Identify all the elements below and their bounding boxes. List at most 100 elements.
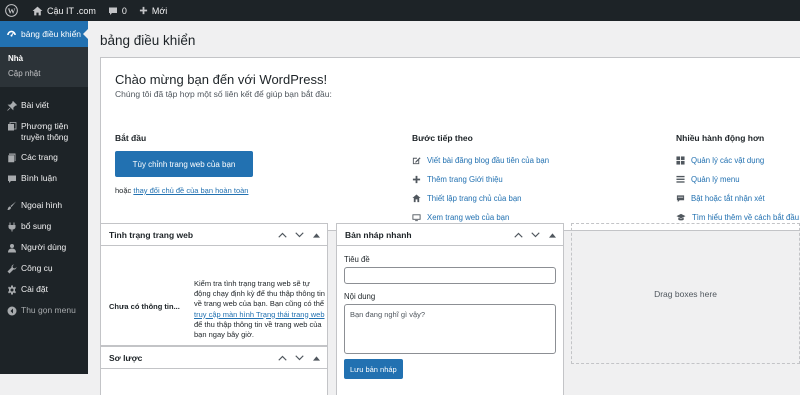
sidebar-item-label: Các trang	[21, 152, 58, 163]
sidebar-item-comments[interactable]: Bình luận	[0, 168, 88, 189]
list-item: Viết bài đăng blog đầu tiên của bạn	[412, 151, 652, 170]
health-desc-text: Kiểm tra tình trạng trang web sẽ tự động…	[194, 279, 325, 309]
sidebar-item-label: Phương tiện truyền thông	[21, 121, 69, 142]
save-draft-button[interactable]: Lưu bản nháp	[344, 359, 403, 379]
draft-title-input[interactable]	[344, 267, 556, 284]
sidebar-item-label: bảng điều khiển	[21, 29, 82, 39]
sidebar-item-label: Bình luận	[21, 173, 57, 184]
add-about-page-link[interactable]: Thêm trang Giới thiệu	[427, 175, 503, 184]
quick-draft-box: Bản nháp nhanh Tiêu đề Nội dung Bạn đang…	[336, 223, 564, 395]
box-title: Tình trạng trang web	[109, 229, 194, 240]
customize-site-button[interactable]: Tùy chỉnh trang web của bạn	[115, 151, 253, 177]
sidebar-item-label: Ngoại hình	[21, 200, 63, 211]
draft-content-textarea[interactable]: Bạn đang nghĩ gì vậy?	[344, 304, 556, 354]
home-icon	[32, 6, 43, 15]
manage-menus-link[interactable]: Quản lý menu	[691, 175, 740, 184]
page-icon	[6, 152, 17, 163]
plugin-icon	[6, 221, 17, 232]
comments-count: 0	[121, 5, 127, 16]
welcome-panel: Chào mừng bạn đến với WordPress! Chúng t…	[100, 57, 800, 231]
box-controls	[511, 224, 559, 246]
collapse-menu-label: Thu gọn menu	[21, 305, 76, 316]
toggle-panel-icon[interactable]	[545, 228, 559, 242]
box-header: Bản nháp nhanh	[337, 224, 563, 246]
toggle-panel-icon[interactable]	[309, 228, 323, 242]
collapse-menu-button[interactable]: Thu gọn menu	[0, 300, 88, 321]
sidebar-item-pages[interactable]: Các trang	[0, 147, 88, 168]
home-icon	[412, 194, 421, 203]
health-status-text: Chưa có thông tin...	[109, 302, 180, 311]
box-header: Tình trạng trang web	[101, 224, 327, 246]
list-item: Quản lý menu	[676, 170, 800, 189]
move-down-icon[interactable]	[292, 228, 306, 242]
user-icon	[6, 242, 17, 253]
sidebar-item-users[interactable]: Người dùng	[0, 237, 88, 258]
sidebar-item-label: Cài đặt	[21, 284, 48, 295]
site-name: Cậu IT .com	[47, 5, 96, 16]
welcome-column-get-started: Bắt đầu Tùy chỉnh trang web của bạn hoặc…	[115, 133, 375, 195]
at-a-glance-box: Sơ lược	[100, 346, 328, 395]
wrench-icon	[6, 263, 17, 274]
menu-icon	[676, 175, 685, 183]
plus-icon	[412, 175, 421, 184]
sidebar-item-label: Bài viết	[21, 100, 49, 110]
wordpress-logo-icon[interactable]: W	[0, 0, 26, 21]
write-first-post-link[interactable]: Viết bài đăng blog đầu tiên của bạn	[427, 156, 549, 165]
move-down-icon[interactable]	[292, 351, 306, 365]
welcome-column-more-actions: Nhiều hành động hơn Quản lý các vật dụng…	[676, 133, 800, 227]
toggle-panel-icon[interactable]	[309, 351, 323, 365]
column-heading: Bắt đầu	[115, 133, 147, 143]
sidebar-item-tools[interactable]: Công cụ	[0, 258, 88, 279]
move-up-icon[interactable]	[275, 228, 289, 242]
sidebar-item-plugins[interactable]: bổ sung	[0, 216, 88, 237]
submenu-updates[interactable]: Cập nhật	[0, 66, 88, 81]
column-heading: Nhiều hành động hơn	[676, 133, 765, 143]
admin-bar-comments[interactable]: 0	[102, 0, 133, 21]
widgets-icon	[676, 156, 685, 165]
site-health-body: Chưa có thông tin... Kiểm tra tình trạng…	[101, 246, 327, 346]
sidebar-item-media[interactable]: Phương tiện truyền thông	[0, 116, 88, 147]
health-desc-text-after: để thu thập thông tin về trang web của b…	[194, 319, 322, 339]
submenu-home[interactable]: Nhà	[0, 51, 88, 66]
move-up-icon[interactable]	[275, 351, 289, 365]
edit-icon	[412, 157, 421, 165]
sidebar-item-posts[interactable]: Bài viết	[0, 95, 88, 116]
box-header: Sơ lược	[101, 347, 327, 369]
site-health-link[interactable]: truy cập màn hình Trạng thái trang web	[194, 310, 325, 319]
admin-sidebar: bảng điều khiển Nhà Cập nhật Bài viết Ph…	[0, 21, 88, 374]
brush-icon	[6, 200, 17, 211]
or-text: hoặc	[115, 186, 134, 195]
sidebar-item-settings[interactable]: Cài đặt	[0, 279, 88, 300]
title-label: Tiêu đề	[344, 255, 370, 264]
manage-widgets-link[interactable]: Quản lý các vật dụng	[691, 156, 764, 165]
box-controls	[275, 347, 323, 369]
admin-bar-new[interactable]: Mới	[133, 0, 173, 21]
move-up-icon[interactable]	[511, 228, 525, 242]
plus-icon	[139, 6, 147, 15]
collapse-arrow-icon	[6, 305, 17, 316]
dashboard-submenu: Nhà Cập nhật	[0, 47, 88, 87]
welcome-title: Chào mừng bạn đến với WordPress!	[115, 72, 328, 87]
content-label: Nội dung	[344, 292, 376, 301]
site-health-box: Tình trạng trang web Chưa có thông tin..…	[100, 223, 328, 346]
change-theme-link[interactable]: thay đổi chủ đề của bạn hoàn toàn	[133, 186, 248, 195]
setup-homepage-link[interactable]: Thiết lập trang chủ của bạn	[427, 194, 522, 203]
move-down-icon[interactable]	[528, 228, 542, 242]
welcome-about: Chúng tôi đã tập hợp một số liên kết để …	[115, 89, 332, 99]
list-item: Thêm trang Giới thiệu	[412, 170, 652, 189]
dashboard-icon	[7, 30, 16, 37]
toggle-comments-link[interactable]: Bật hoặc tắt nhận xét	[691, 194, 765, 203]
learn-more-link[interactable]: Tìm hiểu thêm về cách bắt đầu	[692, 213, 799, 222]
comment-bubble-icon	[108, 7, 117, 15]
view-site-link[interactable]: Xem trang web của bạn	[427, 213, 509, 222]
page-title: bảng điều khiển	[100, 33, 196, 48]
column-heading: Bước tiếp theo	[412, 133, 473, 143]
box-title: Sơ lược	[109, 352, 143, 363]
sidebar-item-dashboard[interactable]: bảng điều khiển	[0, 21, 88, 47]
sidebar-item-appearance[interactable]: Ngoại hình	[0, 195, 88, 216]
admin-bar-site[interactable]: Cậu IT .com	[26, 0, 102, 21]
health-description: Kiểm tra tình trạng trang web sẽ tự động…	[194, 279, 327, 340]
comments-toggle-icon	[676, 195, 685, 203]
drag-boxes-dropzone[interactable]: Drag boxes here	[571, 223, 800, 364]
sidebar-item-label: Công cụ	[21, 263, 53, 274]
